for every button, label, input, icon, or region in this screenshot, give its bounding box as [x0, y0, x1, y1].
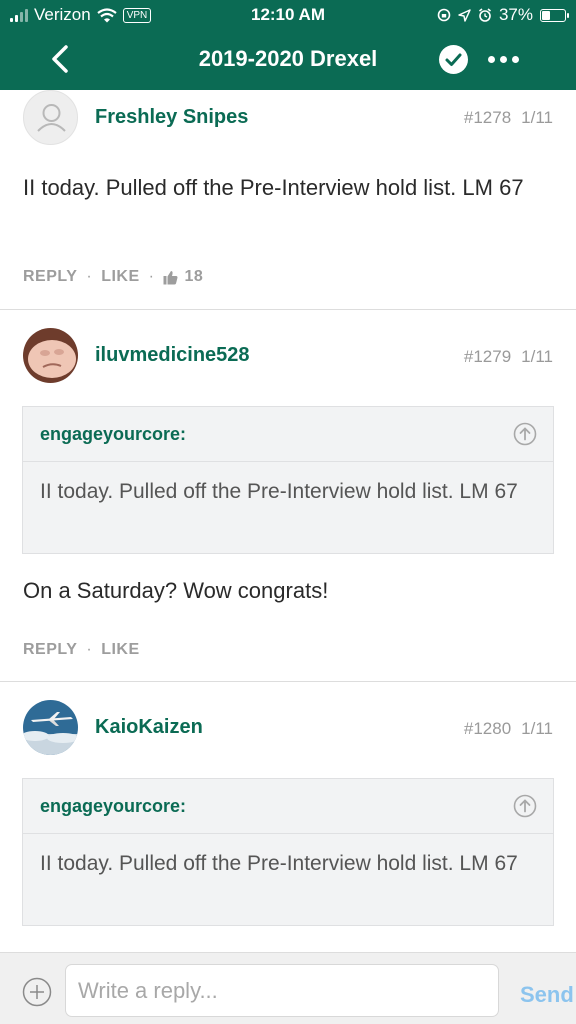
send-button[interactable]: Send	[520, 982, 574, 1008]
separator-dot: ·	[86, 641, 93, 658]
post-1278: Freshley Snipes #1278 1/11 II today. Pull…	[0, 90, 576, 310]
like-link[interactable]: LIKE	[101, 268, 139, 286]
quote-header: engageyourcore:	[23, 407, 553, 462]
arrow-up-circle-icon[interactable]	[513, 422, 537, 446]
thumbs-up-icon	[163, 270, 178, 284]
post-number[interactable]: #1280	[464, 719, 511, 738]
post-date: 1/11	[521, 108, 553, 127]
separator-dot: ·	[148, 268, 155, 285]
post-actions: REPLY · LIKE · 18	[23, 268, 203, 286]
post-number[interactable]: #1278	[464, 108, 511, 127]
reply-bar: Send	[0, 952, 576, 1024]
nav-header: 2019-2020 Drexel	[0, 30, 576, 90]
quote-header: engageyourcore:	[23, 779, 553, 834]
post-body: II today. Pulled off the Pre-Interview h…	[23, 175, 524, 200]
separator-dot: ·	[86, 268, 93, 285]
battery-icon	[540, 8, 569, 22]
post-date: 1/11	[521, 719, 553, 738]
add-attachment-icon[interactable]	[22, 977, 52, 1007]
reply-link[interactable]: REPLY	[23, 268, 77, 286]
post-number[interactable]: #1279	[464, 347, 511, 366]
post-meta: #1278 1/11	[464, 108, 553, 128]
like-link[interactable]: LIKE	[101, 641, 139, 659]
battery-percent: 37%	[498, 5, 533, 24]
avatar[interactable]	[23, 328, 78, 383]
checkmark-circle-icon[interactable]	[439, 45, 468, 74]
like-count-value: 18	[184, 268, 204, 285]
avatar[interactable]	[23, 700, 78, 755]
post-body: On a Saturday? Wow congrats!	[23, 578, 329, 603]
more-dots-icon[interactable]	[488, 56, 519, 63]
post-1280: KaioKaizen #1280 1/11 engageyourcore: II …	[0, 682, 576, 952]
post-meta: #1280 1/11	[464, 719, 553, 739]
user-photo	[23, 328, 78, 383]
quote-author[interactable]: engageyourcore:	[40, 424, 186, 445]
reply-link[interactable]: REPLY	[23, 641, 77, 659]
avatar[interactable]	[23, 90, 78, 145]
like-count: 18	[163, 268, 203, 286]
arrow-up-circle-icon[interactable]	[513, 794, 537, 818]
status-right: 37%	[437, 5, 569, 25]
screen-lock-icon	[437, 8, 451, 22]
location-icon	[458, 8, 471, 22]
quote-text: II today. Pulled off the Pre-Interview h…	[40, 480, 518, 503]
post-meta: #1279 1/11	[464, 347, 553, 367]
post-actions: REPLY · LIKE	[23, 641, 140, 659]
post-author[interactable]: KaioKaizen	[95, 716, 203, 739]
top-bar: Verizon VPN 12:10 AM 37% 2019-2020 Drexe…	[0, 0, 576, 90]
airplane-photo	[23, 700, 78, 755]
post-1279: iluvmedicine528 #1279 1/11 engageyourcore…	[0, 310, 576, 682]
quote-block: engageyourcore: II today. Pulled off the…	[22, 778, 554, 926]
quote-author[interactable]: engageyourcore:	[40, 796, 186, 817]
reply-input[interactable]	[65, 964, 499, 1017]
quote-text: II today. Pulled off the Pre-Interview h…	[40, 852, 518, 875]
default-user-icon	[37, 104, 66, 132]
alarm-icon	[478, 8, 491, 22]
post-date: 1/11	[521, 347, 553, 366]
status-bar: Verizon VPN 12:10 AM 37%	[0, 0, 576, 30]
quote-block: engageyourcore: II today. Pulled off the…	[22, 406, 554, 554]
post-author[interactable]: iluvmedicine528	[95, 344, 250, 367]
post-author[interactable]: Freshley Snipes	[95, 106, 248, 129]
